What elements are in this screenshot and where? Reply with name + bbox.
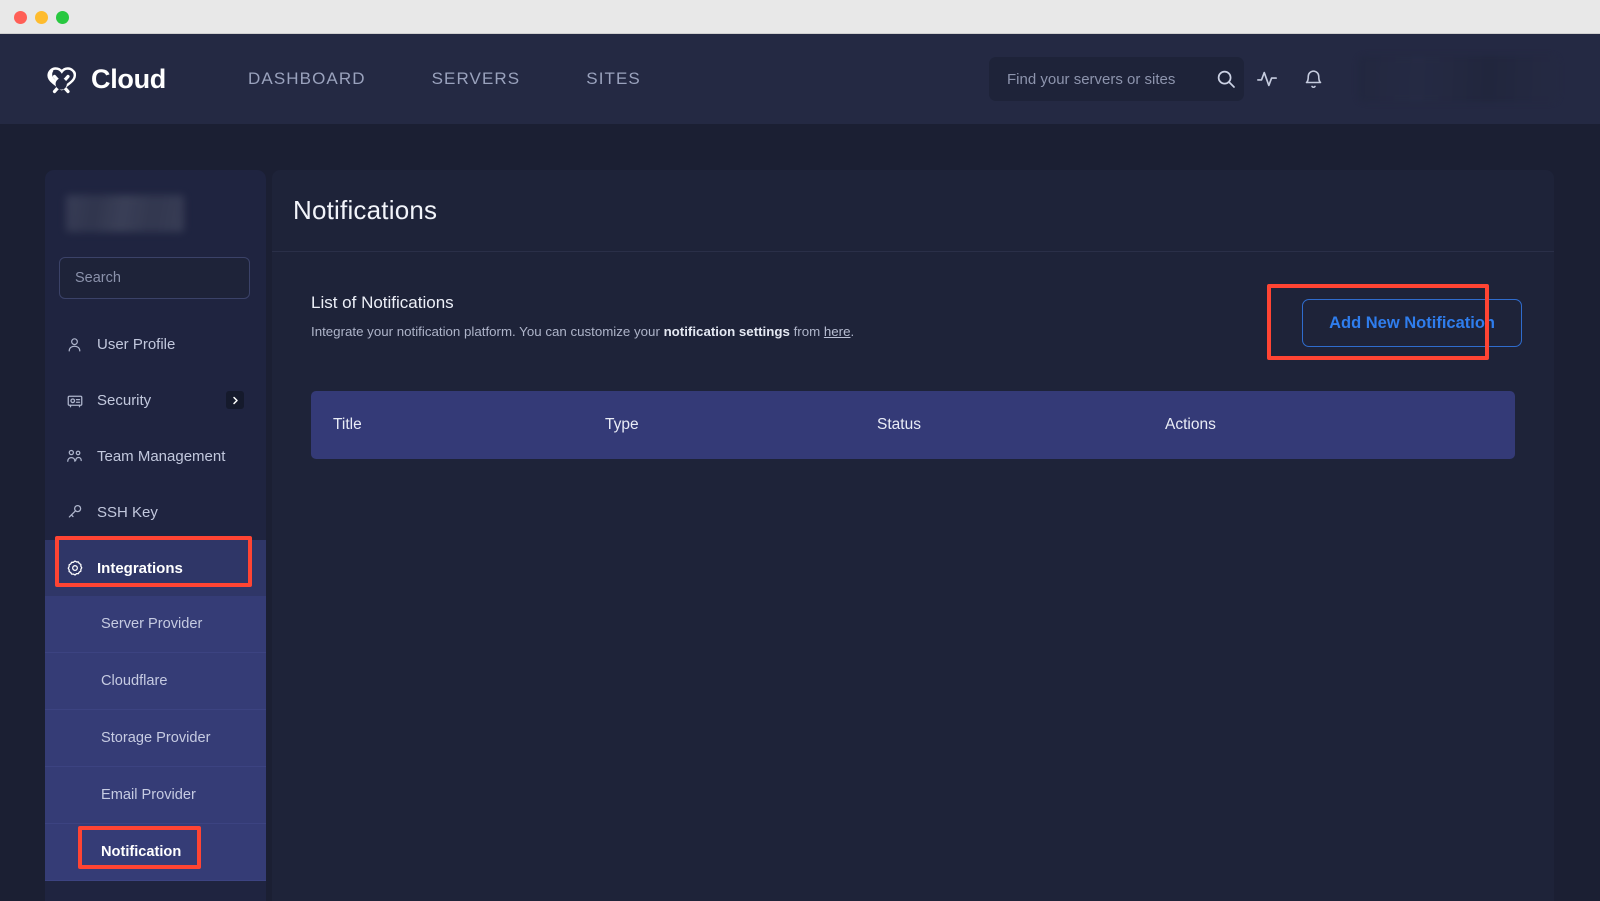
sidebar-item-label: User Profile xyxy=(97,336,175,353)
column-header-type: Type xyxy=(605,416,877,434)
sidebar-item-user-profile[interactable]: User Profile xyxy=(45,316,266,372)
sidebar: User Profile Security xyxy=(45,170,266,901)
nav-dashboard[interactable]: DASHBOARD xyxy=(248,69,366,89)
column-header-status: Status xyxy=(877,416,1165,434)
section-header-row: List of Notifications Integrate your not… xyxy=(311,293,1531,347)
traffic-lights xyxy=(14,11,69,24)
content-header: Notifications xyxy=(272,170,1554,252)
main-content-card: Notifications List of Notifications Inte… xyxy=(272,170,1554,901)
gear-icon xyxy=(65,559,84,578)
column-header-title: Title xyxy=(333,416,605,434)
page-body: User Profile Security xyxy=(0,124,1600,901)
nav-sites[interactable]: SITES xyxy=(586,69,641,89)
content-body: List of Notifications Integrate your not… xyxy=(272,252,1554,459)
sidebar-search[interactable] xyxy=(59,257,250,299)
sidebar-item-team-management[interactable]: Team Management xyxy=(45,428,266,484)
sidebar-subitem-server-provider[interactable]: Server Provider xyxy=(45,596,266,653)
column-header-actions: Actions xyxy=(1165,416,1515,434)
sidebar-item-security[interactable]: Security xyxy=(45,372,266,428)
team-icon xyxy=(65,447,84,466)
activity-icon[interactable] xyxy=(1244,57,1290,101)
sidebar-item-ssh-key[interactable]: SSH Key xyxy=(45,484,266,540)
key-icon xyxy=(65,503,84,522)
sidebar-item-label: SSH Key xyxy=(97,504,158,521)
add-new-notification-button[interactable]: Add New Notification xyxy=(1302,299,1522,347)
section-description: Integrate your notification platform. Yo… xyxy=(311,322,854,341)
sidebar-item-label: Integrations xyxy=(97,560,183,577)
safe-icon xyxy=(65,391,84,410)
sidebar-subitem-email-provider[interactable]: Email Provider xyxy=(45,767,266,824)
bell-icon[interactable] xyxy=(1290,57,1336,101)
desc-part-2: from xyxy=(790,324,824,339)
top-navigation-bar: Cloud DASHBOARD SERVERS SITES xyxy=(0,34,1600,124)
sidebar-subitem-cloudflare[interactable]: Cloudflare xyxy=(45,653,266,710)
sidebar-search-input[interactable] xyxy=(75,270,262,286)
global-search-input[interactable] xyxy=(1007,71,1206,88)
cloud-heart-logo-icon xyxy=(44,59,84,99)
brand-name: Cloud xyxy=(91,64,166,95)
sidebar-submenu-integrations: Server Provider Cloudflare Storage Provi… xyxy=(45,596,266,881)
sidebar-user-name xyxy=(66,195,184,232)
desc-strong: notification settings xyxy=(664,324,790,339)
search-icon[interactable] xyxy=(1216,69,1236,89)
user-icon xyxy=(65,335,84,354)
brand-logo[interactable]: Cloud xyxy=(44,59,166,99)
table-header-row: Title Type Status Actions xyxy=(311,391,1515,459)
top-right-area xyxy=(989,56,1558,102)
desc-part-3: . xyxy=(851,324,855,339)
window-chrome xyxy=(0,0,1600,34)
sidebar-subitem-storage-provider[interactable]: Storage Provider xyxy=(45,710,266,767)
notifications-table: Title Type Status Actions xyxy=(311,391,1515,459)
sidebar-item-label: Security xyxy=(97,392,151,409)
sidebar-subitem-notification[interactable]: Notification xyxy=(45,824,266,881)
section-title: List of Notifications xyxy=(311,293,854,313)
sidebar-item-integrations[interactable]: Integrations xyxy=(45,540,266,596)
global-search[interactable] xyxy=(989,57,1244,101)
nav-servers[interactable]: SERVERS xyxy=(432,69,521,89)
close-window-button[interactable] xyxy=(14,11,27,24)
page-title: Notifications xyxy=(293,195,437,226)
chevron-right-icon[interactable] xyxy=(226,391,244,409)
desc-part-1: Integrate your notification platform. Yo… xyxy=(311,324,664,339)
main-nav: DASHBOARD SERVERS SITES xyxy=(248,69,641,89)
section-text-block: List of Notifications Integrate your not… xyxy=(311,293,854,341)
zoom-window-button[interactable] xyxy=(56,11,69,24)
user-account-menu[interactable] xyxy=(1358,56,1558,102)
here-link[interactable]: here xyxy=(824,324,851,339)
sidebar-item-label: Team Management xyxy=(97,448,225,465)
sidebar-nav: User Profile Security xyxy=(45,316,266,881)
minimize-window-button[interactable] xyxy=(35,11,48,24)
